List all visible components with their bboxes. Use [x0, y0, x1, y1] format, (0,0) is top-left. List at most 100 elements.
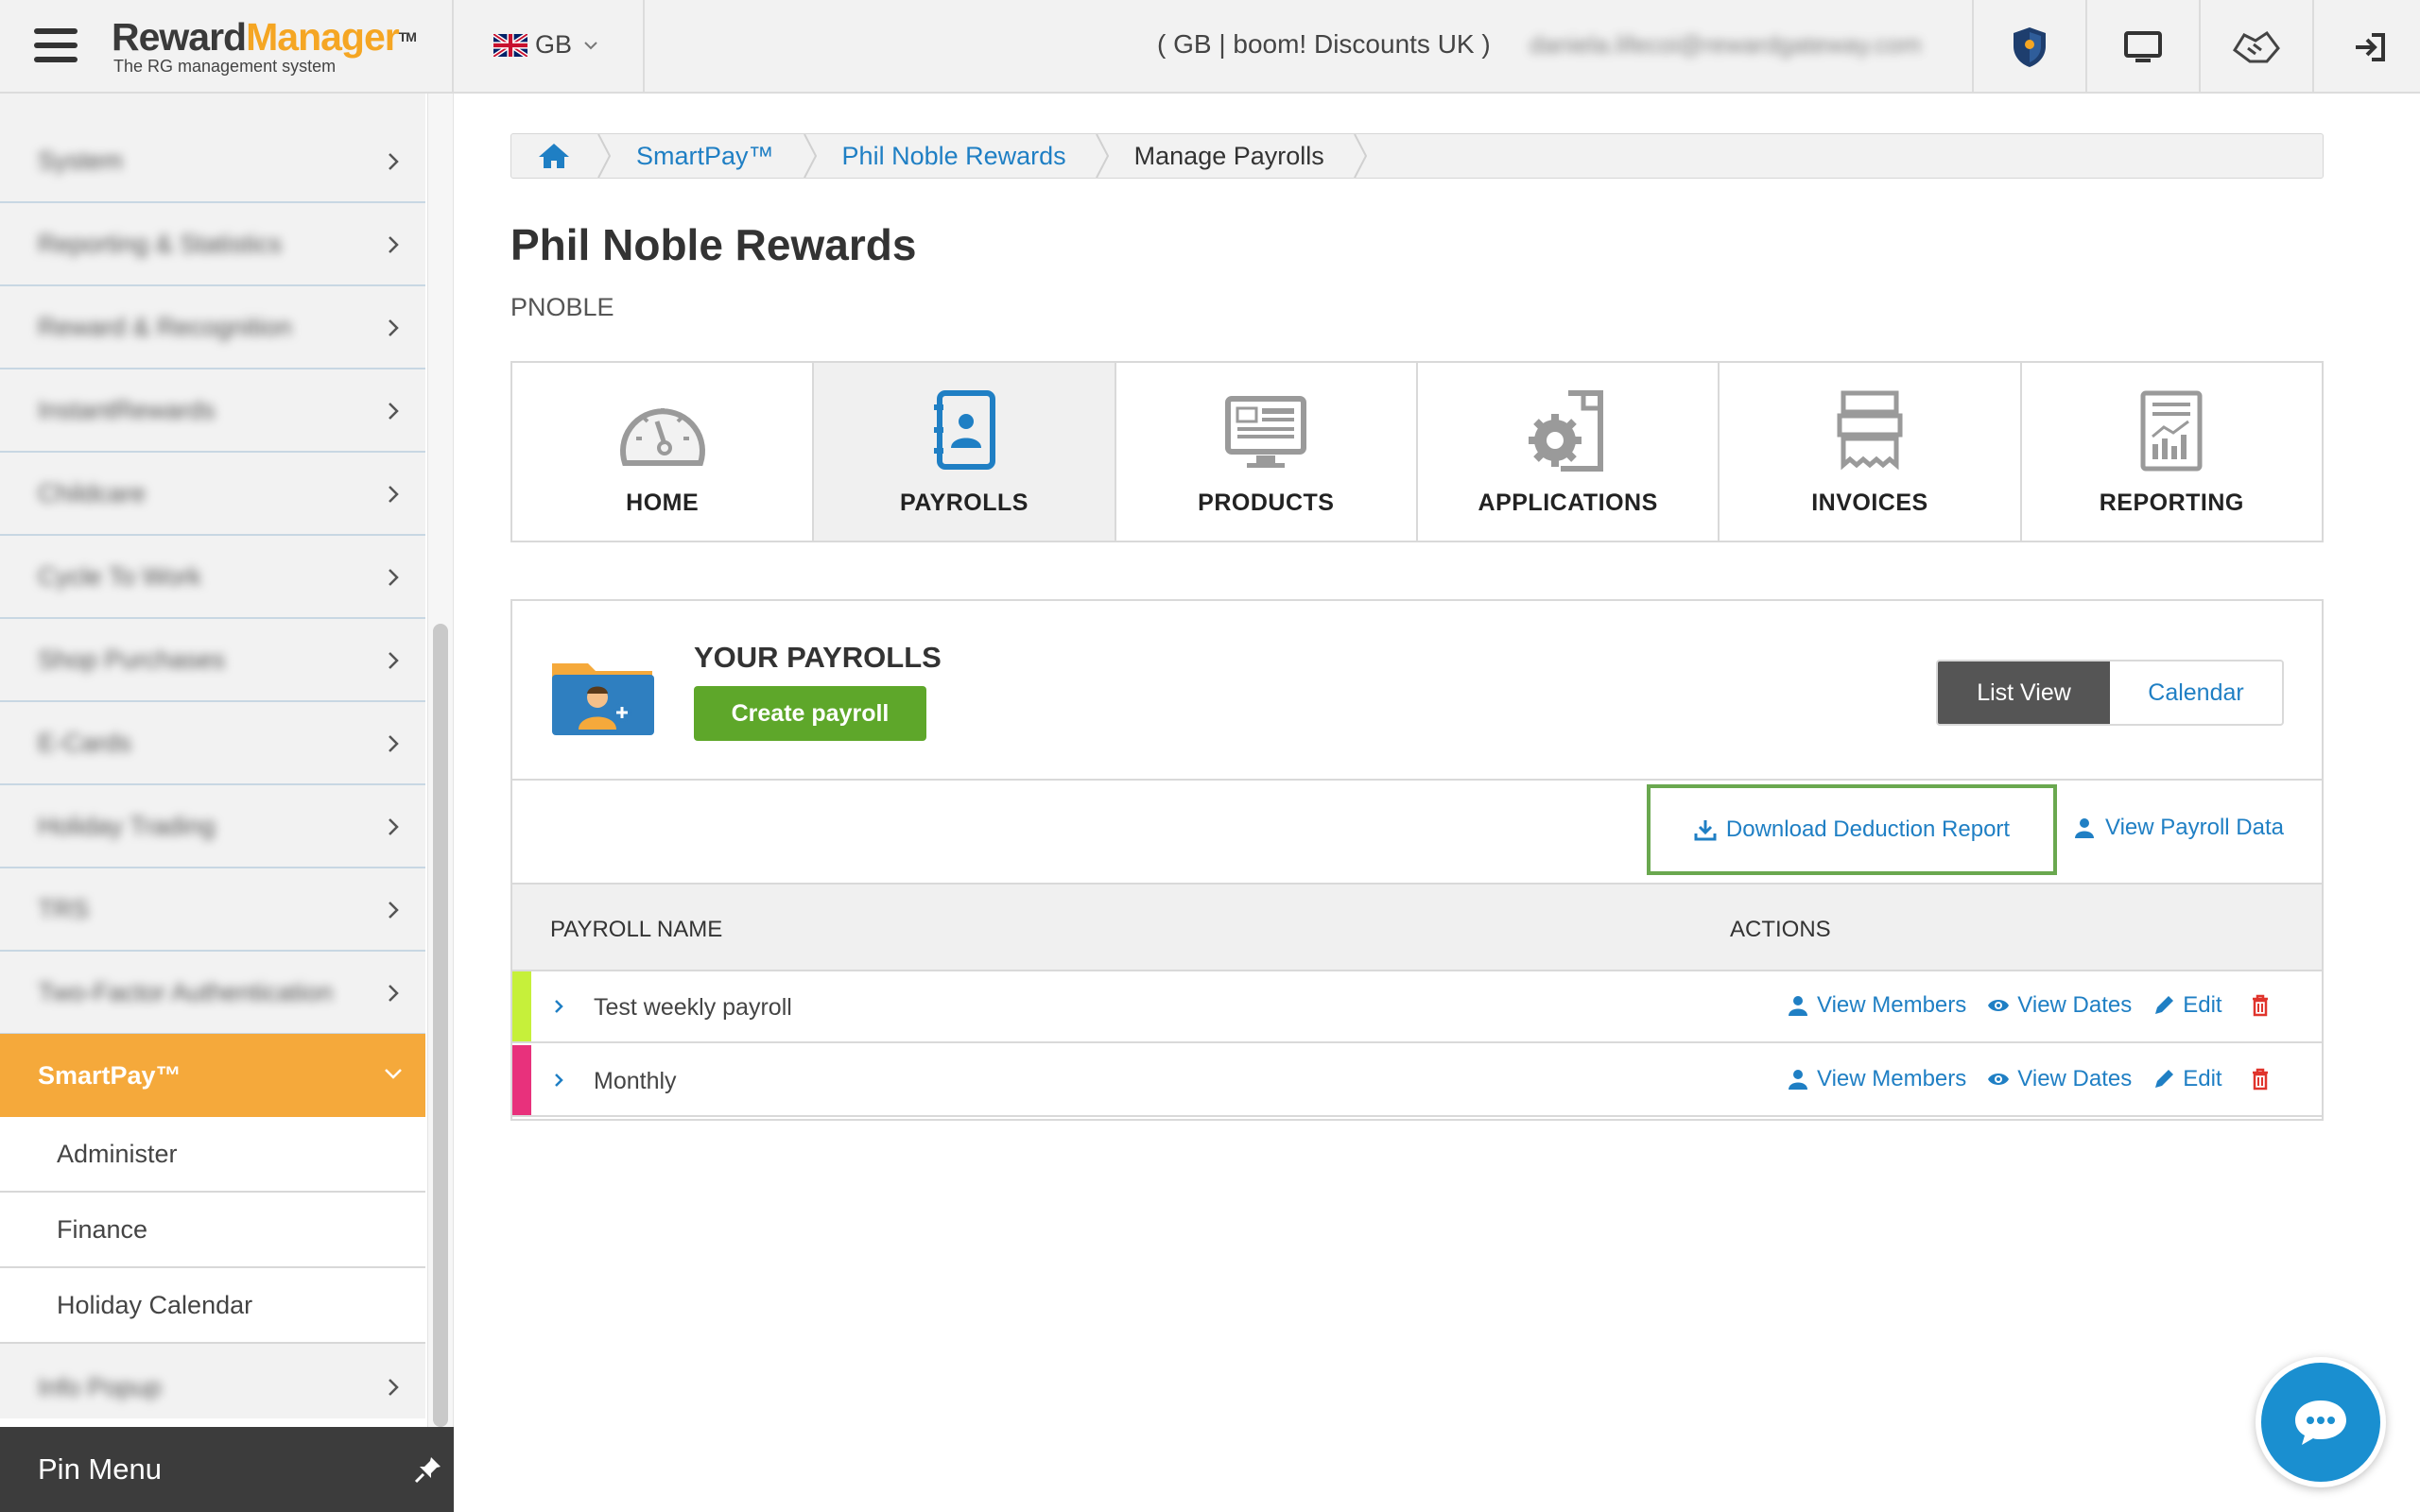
breadcrumb-separator	[597, 134, 612, 178]
section-title: YOUR PAYROLLS	[694, 641, 942, 674]
payrolls-panel-header: YOUR PAYROLLS Create payroll List View C…	[512, 601, 2322, 781]
view-payroll-data-label: View Payroll Data	[2105, 815, 2284, 840]
view-payroll-data-link[interactable]: View Payroll Data	[2073, 815, 2284, 841]
pin-icon	[414, 1457, 441, 1484]
trash-icon[interactable]	[2249, 1068, 2272, 1091]
sidebar-item-system[interactable]: System	[0, 120, 425, 203]
account-label: ( GB | boom! Discounts UK )	[1157, 29, 1491, 59]
sidebar-item-label: SmartPay™	[38, 1060, 182, 1090]
breadcrumb-current: Manage Payrolls	[1133, 141, 1324, 170]
sidebar-item-two-factor[interactable]: Two-Factor Authentication	[0, 952, 425, 1035]
edit-label: Edit	[2183, 1066, 2222, 1091]
tab-label: REPORTING	[2099, 490, 2244, 516]
table-row: Monthly View Members View Dates Edit	[512, 1045, 2322, 1117]
breadcrumb-separator	[803, 134, 817, 178]
sidebar-scrollbar-thumb[interactable]	[433, 624, 448, 1427]
payroll-name: Monthly	[594, 1068, 677, 1094]
tab-home[interactable]: HOME	[512, 363, 815, 541]
chevron-right-icon	[389, 652, 399, 669]
view-members-link[interactable]: View Members	[1787, 992, 1966, 1019]
home-icon[interactable]	[511, 134, 596, 178]
user-icon	[1789, 1070, 1807, 1090]
pencil-icon	[2155, 996, 2174, 1014]
chevron-right-icon	[389, 735, 399, 752]
sidebar-item-childcare[interactable]: Childcare	[0, 453, 425, 536]
breadcrumb-separator	[1095, 134, 1109, 178]
calendar-view-button[interactable]: Calendar	[2110, 662, 2282, 724]
sidebar-subitem-holiday-calendar[interactable]: Holiday Calendar	[0, 1268, 425, 1344]
sidebar-item-holiday-trading[interactable]: Holiday Trading	[0, 785, 425, 868]
view-dates-label: View Dates	[2017, 992, 2133, 1018]
sidebar-item-cycle-to-work[interactable]: Cycle To Work	[0, 536, 425, 619]
chevron-right-icon	[389, 319, 399, 336]
contact-book-icon	[933, 390, 995, 470]
tab-payrolls[interactable]: PAYROLLS	[814, 363, 1116, 541]
user-icon	[1789, 996, 1807, 1016]
column-header-actions: ACTIONS	[1730, 917, 1831, 942]
shield-icon[interactable]	[1974, 0, 2085, 94]
breadcrumb-smartpay[interactable]: SmartPay™	[612, 134, 803, 178]
pin-menu-label: Pin Menu	[38, 1452, 162, 1486]
breadcrumb-phil-noble-rewards[interactable]: Phil Noble Rewards	[818, 134, 1095, 178]
sidebar-item-shop-purchases[interactable]: Shop Purchases	[0, 619, 425, 702]
chat-button[interactable]	[2256, 1357, 2386, 1487]
sidebar-item-trs[interactable]: TRS	[0, 868, 425, 952]
top-bar: RewardManagerTM The RG management system…	[0, 0, 2420, 94]
row-actions: View Members View Dates Edit	[1787, 992, 2272, 1019]
create-payroll-button[interactable]: Create payroll	[694, 686, 926, 741]
pin-menu-button[interactable]: Pin Menu	[0, 1427, 454, 1512]
gear-document-icon	[1528, 390, 1603, 472]
country-selector[interactable]: GB	[493, 30, 598, 60]
sidebar-item-label: Childcare	[38, 478, 147, 507]
edit-link[interactable]: Edit	[2152, 1066, 2222, 1092]
monitor-icon[interactable]	[2087, 0, 2199, 94]
edit-link[interactable]: Edit	[2152, 992, 2222, 1019]
eye-icon	[1988, 1000, 2010, 1011]
chevron-right-icon	[389, 236, 399, 253]
tab-invoices[interactable]: INVOICES	[1720, 363, 2022, 541]
hands-icon[interactable]	[2201, 0, 2312, 94]
view-dates-link[interactable]: View Dates	[1987, 1066, 2132, 1092]
chevron-right-icon	[389, 403, 399, 420]
expand-chevron-icon[interactable]	[552, 1072, 565, 1089]
logo[interactable]: RewardManagerTM The RG management system	[112, 15, 417, 77]
view-members-link[interactable]: View Members	[1787, 1066, 1966, 1092]
payroll-color-strip	[512, 1045, 531, 1115]
tab-reporting[interactable]: REPORTING	[2021, 363, 2322, 541]
breadcrumb-separator	[1353, 134, 1367, 178]
sidebar-item-label: E-Cards	[38, 728, 132, 757]
sidebar-subitem-finance[interactable]: Finance	[0, 1193, 425, 1268]
sidebar-item-label: InstantRewards	[38, 395, 216, 424]
tab-label: INVOICES	[1811, 490, 1928, 516]
expand-chevron-icon[interactable]	[552, 998, 565, 1015]
tab-label: PRODUCTS	[1198, 490, 1335, 516]
sidebar-item-label: TRS	[38, 894, 89, 923]
chevron-down-icon	[385, 1069, 402, 1079]
download-deduction-report-link[interactable]: Download Deduction Report	[1647, 784, 2057, 875]
sidebar-item-reporting[interactable]: Reporting & Statistics	[0, 203, 425, 286]
sidebar-item-e-cards[interactable]: E-Cards	[0, 702, 425, 785]
hamburger-icon[interactable]	[34, 28, 78, 62]
sidebar-item-instantrewards[interactable]: InstantRewards	[0, 369, 425, 453]
uk-flag-icon	[493, 33, 527, 57]
table-header: PAYROLL NAME ACTIONS	[512, 885, 2322, 971]
divider	[452, 0, 454, 94]
list-view-button[interactable]: List View	[1938, 662, 2110, 724]
sign-in-icon[interactable]	[2314, 0, 2420, 94]
sidebar-item-smartpay[interactable]: SmartPay™	[0, 1034, 425, 1117]
view-dates-label: View Dates	[2017, 1066, 2133, 1091]
section-tabs: HOME PAYROLLS PRODUCTS APPLICATIONS INVO…	[510, 361, 2324, 542]
view-dates-link[interactable]: View Dates	[1987, 992, 2132, 1019]
trash-icon[interactable]	[2249, 994, 2272, 1017]
column-header-payroll-name: PAYROLL NAME	[550, 917, 723, 942]
tab-products[interactable]: PRODUCTS	[1115, 363, 1418, 541]
sidebar-item-info-popup[interactable]: Info Popup	[0, 1346, 425, 1429]
tab-label: PAYROLLS	[900, 490, 1028, 516]
user-email: daniela.lifecoi@rewardgateway.com	[1530, 30, 1922, 59]
view-members-label: View Members	[1817, 1066, 1967, 1091]
tab-applications[interactable]: APPLICATIONS	[1417, 363, 1720, 541]
tab-label: HOME	[626, 490, 700, 516]
sidebar-subitem-administer[interactable]: Administer	[0, 1117, 425, 1193]
sidebar-item-reward-recognition[interactable]: Reward & Recognition	[0, 286, 425, 369]
country-code: GB	[535, 30, 573, 59]
